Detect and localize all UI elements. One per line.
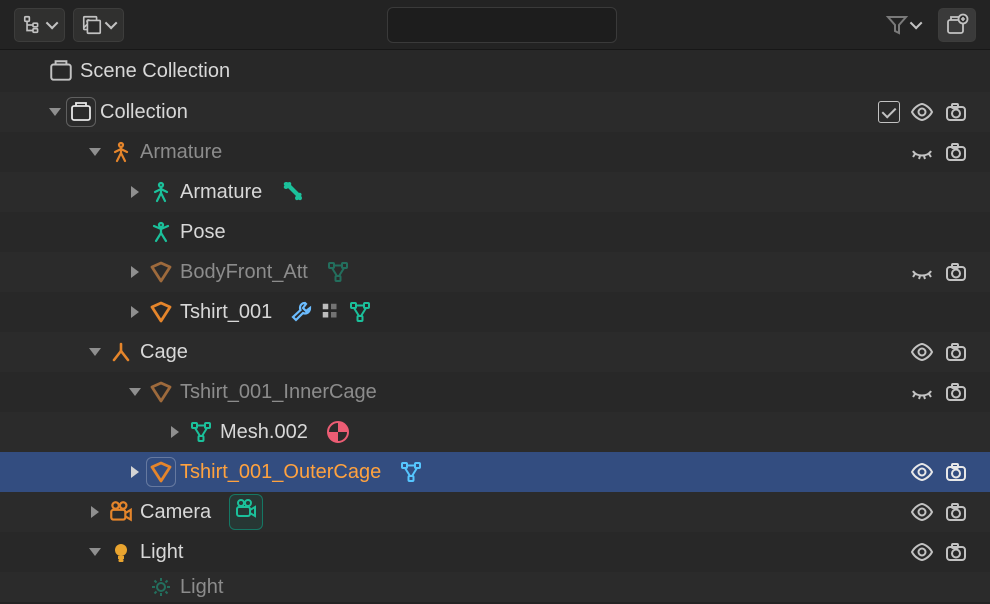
camera-label: Camera (136, 501, 211, 524)
collection-icon (48, 58, 74, 84)
row-pose[interactable]: Pose (0, 212, 990, 252)
mesh002-label: Mesh.002 (216, 421, 308, 444)
camera-icon[interactable] (944, 140, 968, 164)
camera-icon[interactable] (944, 100, 968, 124)
search-field[interactable] (387, 7, 617, 43)
exclude-checkbox[interactable] (878, 101, 900, 123)
armature-icon (109, 140, 133, 164)
camera-object-icon (108, 499, 134, 525)
disclosure-toggle[interactable] (126, 263, 144, 281)
row-tshirt[interactable]: Tshirt_001 (0, 292, 990, 332)
light-label: Light (136, 541, 183, 564)
row-armature-data[interactable]: Armature (0, 172, 990, 212)
mesh-data-icon (348, 300, 372, 324)
camera-icon[interactable] (944, 540, 968, 564)
camera-data-badge (229, 494, 263, 530)
disclosure-toggle[interactable] (126, 383, 144, 401)
camera-icon[interactable] (944, 260, 968, 284)
disclosure-toggle[interactable] (46, 103, 64, 121)
row-camera[interactable]: Camera (0, 492, 990, 532)
pose-label: Pose (176, 221, 226, 244)
innercage-label: Tshirt_001_InnerCage (176, 381, 377, 404)
row-innercage[interactable]: Tshirt_001_InnerCage (0, 372, 990, 412)
light-object-icon (109, 540, 133, 564)
disclosure-toggle[interactable] (86, 143, 104, 161)
mesh-data-icon (399, 460, 423, 484)
collection-icon (69, 100, 93, 124)
eye-icon[interactable] (910, 460, 934, 484)
disclosure-toggle[interactable] (126, 463, 144, 481)
outliner-tree: Scene Collection Collection Armature (0, 50, 990, 602)
bodyfront-label: BodyFront_Att (176, 261, 308, 284)
eye-closed-icon[interactable] (910, 380, 934, 404)
row-cage[interactable]: Cage (0, 332, 990, 372)
chevron-down-icon (46, 17, 59, 30)
modifiers-icon (320, 301, 342, 323)
eye-closed-icon[interactable] (910, 140, 934, 164)
row-outercage[interactable]: Tshirt_001_OuterCage (0, 452, 990, 492)
row-bodyfront[interactable]: BodyFront_Att (0, 252, 990, 292)
camera-icon[interactable] (944, 460, 968, 484)
scene-collection-label: Scene Collection (76, 60, 230, 83)
row-scene-collection[interactable]: Scene Collection (0, 50, 990, 92)
mesh-object-icon (149, 260, 173, 284)
editor-type-dropdown[interactable] (14, 8, 65, 42)
disclosure-toggle[interactable] (86, 543, 104, 561)
disclosure-toggle[interactable] (86, 503, 104, 521)
disclosure-toggle[interactable] (126, 303, 144, 321)
mesh-object-icon (149, 380, 173, 404)
outercage-label: Tshirt_001_OuterCage (176, 461, 381, 484)
collection-label: Collection (96, 101, 188, 124)
tshirt-label: Tshirt_001 (176, 301, 272, 324)
camera-icon[interactable] (944, 500, 968, 524)
disclosure-toggle[interactable] (166, 423, 184, 441)
chevron-down-icon (910, 17, 923, 30)
camera-icon[interactable] (944, 380, 968, 404)
eye-icon[interactable] (910, 340, 934, 364)
row-armature-object[interactable]: Armature (0, 132, 990, 172)
wrench-icon (290, 300, 314, 324)
armature-data-icon (149, 180, 173, 204)
filter-dropdown[interactable] (879, 8, 928, 42)
eye-icon[interactable] (910, 540, 934, 564)
disclosure-toggle[interactable] (86, 343, 104, 361)
eye-closed-icon[interactable] (910, 260, 934, 284)
outliner-icon (21, 14, 45, 36)
disclosure-toggle[interactable] (126, 183, 144, 201)
eye-icon[interactable] (910, 100, 934, 124)
bone-icon (280, 180, 304, 204)
material-icon (326, 420, 350, 444)
display-mode-dropdown[interactable] (73, 8, 124, 42)
mesh-object-icon (149, 460, 173, 484)
row-collection[interactable]: Collection (0, 92, 990, 132)
new-collection-icon (945, 13, 969, 37)
eye-icon[interactable] (910, 500, 934, 524)
row-mesh002[interactable]: Mesh.002 (0, 412, 990, 452)
camera-data-icon (234, 497, 258, 521)
empty-icon (109, 340, 133, 364)
mesh-data-icon (326, 260, 350, 284)
armature-data-label: Armature (176, 181, 262, 204)
armature-object-label: Armature (136, 141, 222, 164)
search-input[interactable] (406, 14, 638, 35)
chevron-down-icon (105, 17, 118, 30)
light-data-icon (149, 575, 173, 599)
pose-icon (149, 220, 173, 244)
mesh-object-icon (149, 300, 173, 324)
funnel-icon (885, 13, 909, 37)
light-data-label: Light (176, 576, 223, 599)
new-collection-button[interactable] (938, 8, 976, 42)
mesh-data-icon (189, 420, 213, 444)
row-light[interactable]: Light (0, 532, 990, 572)
row-light-data[interactable]: Light (0, 572, 990, 602)
cage-label: Cage (136, 341, 188, 364)
camera-icon[interactable] (944, 340, 968, 364)
outliner-header (0, 0, 990, 50)
image-stack-icon (80, 14, 104, 36)
